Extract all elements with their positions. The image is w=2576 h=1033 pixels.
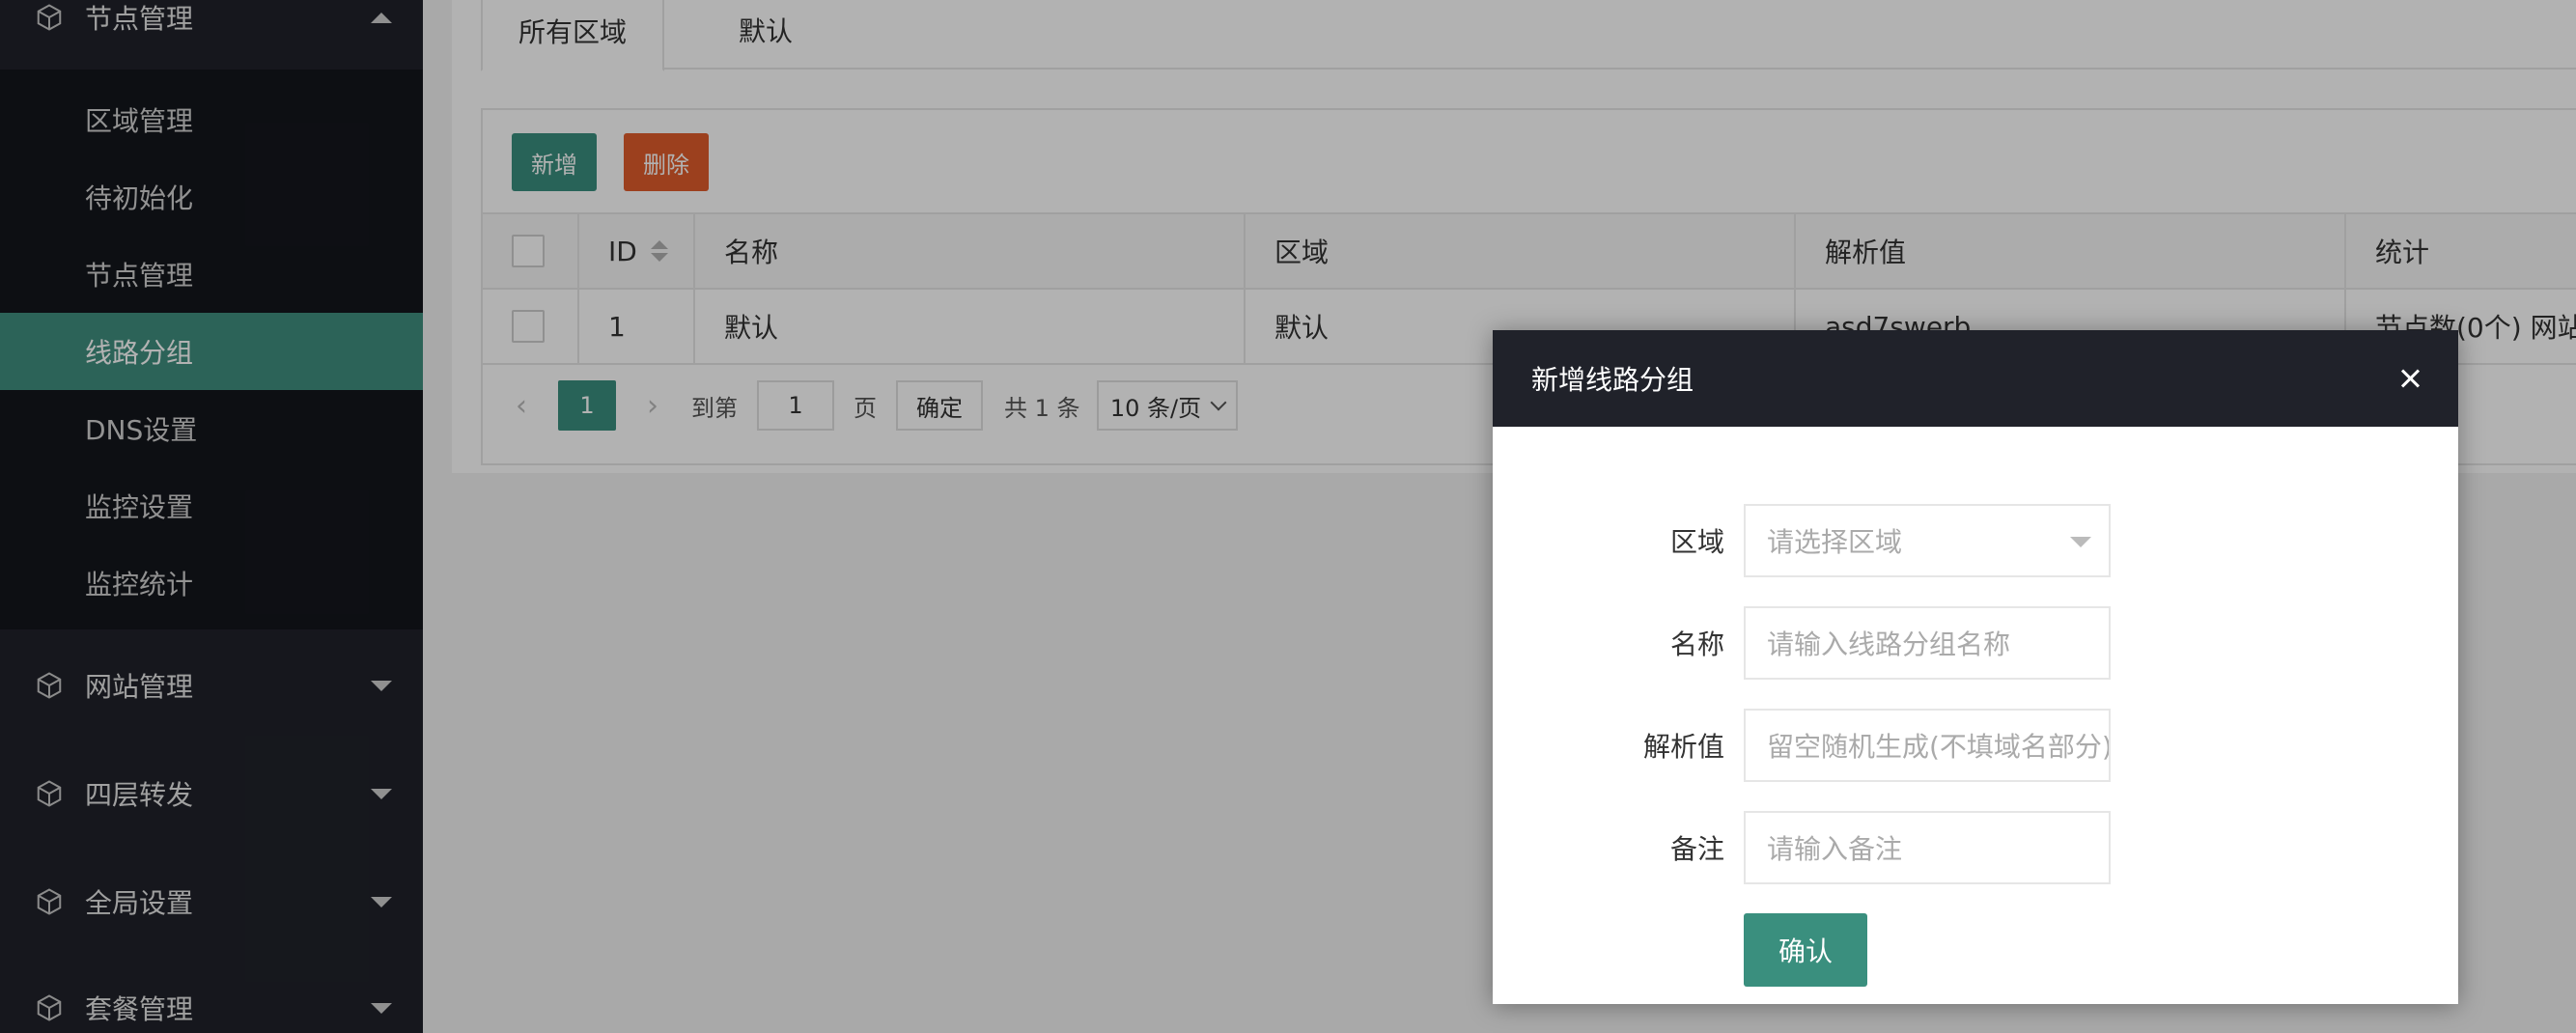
region-select-placeholder: 请选择区域 [1767, 526, 1903, 558]
form-row-remark: 备注 请输入备注 [1493, 811, 2458, 884]
add-line-group-dialog: 新增线路分组 区域 请选择区域 名称 请输入线路分组名称 解析值 留空随机生成(… [1493, 330, 2458, 1004]
form-row-region: 区域 请选择区域 [1493, 504, 2458, 577]
field-label-name: 名称 [1669, 628, 1724, 660]
form-row-resolve-value: 解析值 留空随机生成(不填域名部分) [1493, 709, 2458, 782]
resolve-value-input[interactable]: 留空随机生成(不填域名部分) [1744, 709, 2111, 782]
field-label-resolve-value: 解析值 [1642, 731, 1724, 763]
field-label-remark: 备注 [1669, 833, 1724, 865]
name-input[interactable]: 请输入线路分组名称 [1744, 606, 2111, 680]
remark-input[interactable]: 请输入备注 [1744, 811, 2111, 884]
field-label-region: 区域 [1669, 526, 1724, 558]
dropdown-arrow-icon [2070, 537, 2091, 547]
confirm-button[interactable]: 确认 [1744, 913, 1867, 987]
form-row-name: 名称 请输入线路分组名称 [1493, 606, 2458, 680]
close-icon[interactable] [2394, 363, 2425, 394]
dialog-header: 新增线路分组 [1493, 330, 2458, 427]
region-select[interactable]: 请选择区域 [1744, 504, 2111, 577]
dialog-title: 新增线路分组 [1531, 364, 1694, 396]
